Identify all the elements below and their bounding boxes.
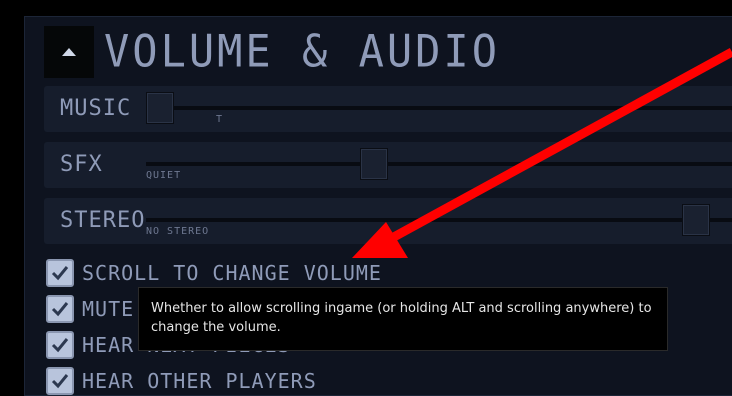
checkmark-icon	[51, 266, 69, 281]
music-label: MUSIC	[60, 96, 132, 121]
mute-label: MUTE	[82, 297, 135, 321]
checkmark-icon	[51, 338, 69, 353]
sfx-slider-value-label: QUIET	[146, 170, 182, 181]
section-title: VOLUME & AUDIO	[104, 25, 501, 78]
sfx-slider-row: SFX QUIET	[44, 142, 732, 188]
collapse-button[interactable]	[44, 26, 94, 78]
hear-other-players-checkbox[interactable]	[46, 367, 74, 395]
stereo-slider-thumb[interactable]	[682, 204, 710, 236]
music-slider-thumb[interactable]	[146, 92, 174, 124]
checkmark-icon	[51, 302, 69, 317]
chevron-up-icon	[62, 48, 76, 56]
stereo-slider-value-label: NO STEREO	[146, 226, 210, 237]
hear-other-players-label: HEAR OTHER PLAYERS	[82, 369, 317, 393]
scroll-volume-label: SCROLL TO CHANGE VOLUME	[82, 261, 382, 285]
sfx-slider-track[interactable]	[146, 162, 732, 166]
stereo-slider-track[interactable]	[146, 218, 732, 222]
sfx-slider-thumb[interactable]	[360, 148, 388, 180]
scroll-volume-checkbox[interactable]	[46, 259, 74, 287]
tooltip: Whether to allow scrolling ingame (or ho…	[138, 287, 668, 351]
music-slider-track[interactable]	[146, 106, 732, 110]
stereo-slider-row: STEREO NO STEREO	[44, 198, 732, 244]
hear-next-pieces-checkbox[interactable]	[46, 331, 74, 359]
hear-other-players-option[interactable]: HEAR OTHER PLAYERS	[46, 366, 317, 396]
mute-option[interactable]: MUTE	[46, 294, 134, 324]
stereo-label: STEREO	[60, 208, 146, 233]
mute-checkbox[interactable]	[46, 295, 74, 323]
music-slider-row: MUSIC T	[44, 86, 732, 132]
checkmark-icon	[51, 374, 69, 389]
music-slider-value-label: T	[216, 114, 224, 125]
scroll-to-change-volume-option[interactable]: SCROLL TO CHANGE VOLUME	[46, 258, 382, 288]
sfx-label: SFX	[60, 152, 103, 177]
